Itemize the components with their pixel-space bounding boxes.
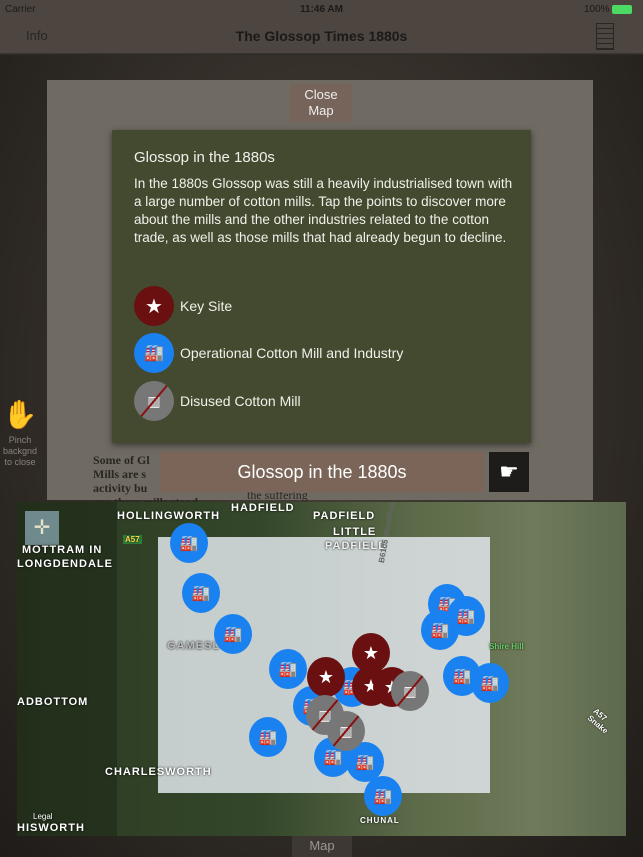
map-label: CHUNAL <box>360 816 400 825</box>
nav-bar: Info The Glossop Times 1880s <box>0 20 643 54</box>
operational-mill-marker[interactable]: 🏭 <box>471 663 509 703</box>
layers-icon[interactable] <box>596 23 614 50</box>
map-label: GAMESL <box>167 640 221 652</box>
operational-mill-marker[interactable]: 🏭 <box>364 776 402 816</box>
map-label: Shire Hill <box>489 642 524 651</box>
pinch-hint: ✋ Pinch backgnd to close <box>2 395 38 468</box>
operational-mill-marker[interactable]: 🏭 <box>269 649 307 689</box>
map-label: HISWORTH <box>17 822 85 834</box>
dialog-body: In the 1880s Glossop was still a heavily… <box>134 176 513 245</box>
disused-mill-marker[interactable]: ▥ <box>391 671 429 711</box>
operational-mill-marker[interactable]: 🏭 <box>182 573 220 613</box>
status-bar: Carrier 11:46 AM 100% <box>0 0 643 20</box>
pinch-hint-text: Pinch backgnd to close <box>2 435 38 467</box>
map-view[interactable]: ✛ HOLLINGWORTH HADFIELD PADFIELD LITTLE … <box>17 502 626 836</box>
close-map-button[interactable]: Close Map <box>290 84 352 122</box>
operational-mill-marker[interactable]: 🏭 <box>421 610 459 650</box>
legend-label: Key Site <box>180 298 233 314</box>
close-map-label: Map <box>308 103 334 118</box>
map-label: PADFIELD <box>313 510 376 522</box>
legend-item-key-site: ★ Key Site <box>134 286 232 326</box>
close-map-label: Close <box>304 87 338 102</box>
dialog-title: Glossop in the 1880s <box>134 149 275 166</box>
map-label: ADBOTTOM <box>17 696 89 708</box>
compass-icon[interactable]: ✛ <box>25 511 59 545</box>
strike-line <box>327 711 365 751</box>
map-label: CHARLESWORTH <box>105 766 212 778</box>
map-button[interactable]: Map <box>292 836 352 857</box>
page-title: The Glossop Times 1880s <box>235 28 408 44</box>
map-label: PADFIELD <box>325 540 388 552</box>
map-label: LONGDENDALE <box>17 558 113 570</box>
road-sign: A57 <box>123 535 142 544</box>
info-dialog: Glossop in the 1880s In the 1880s Glosso… <box>112 130 531 443</box>
clock: 11:46 AM <box>300 4 343 15</box>
legend-item-disused-mill: ▥ Disused Cotton Mill <box>134 381 301 421</box>
pinch-hand-icon: ✋ <box>2 399 38 430</box>
strike-line <box>391 671 429 711</box>
key-site-marker[interactable]: ★ <box>307 657 345 697</box>
star-icon: ★ <box>134 286 174 326</box>
map-label: MOTTRAM IN <box>22 544 103 556</box>
legal-link[interactable]: Legal <box>33 812 53 821</box>
map-label: LITTLE <box>333 526 377 538</box>
legend-label: Disused Cotton Mill <box>180 393 301 409</box>
factory-icon: 🏭 <box>134 333 174 373</box>
operational-mill-marker[interactable]: 🏭 <box>249 717 287 757</box>
section-title-button[interactable]: Glossop in the 1880s <box>160 452 484 492</box>
pointing-hand-icon[interactable]: ☛ <box>489 452 529 492</box>
disused-factory-icon: ▥ <box>134 381 174 421</box>
map-label: HADFIELD <box>231 502 295 514</box>
operational-mill-marker[interactable]: 🏭 <box>214 614 252 654</box>
disused-mill-marker[interactable]: ▥ <box>327 711 365 751</box>
map-label: HOLLINGWORTH <box>117 510 221 522</box>
operational-mill-marker[interactable]: 🏭 <box>170 523 208 563</box>
road-label: A57 Snake <box>585 706 610 736</box>
battery-icon <box>612 5 632 14</box>
legend-item-operational-mill: 🏭 Operational Cotton Mill and Industry <box>134 333 403 373</box>
legend-label: Operational Cotton Mill and Industry <box>180 345 404 361</box>
battery-percent: 100% <box>584 4 610 15</box>
